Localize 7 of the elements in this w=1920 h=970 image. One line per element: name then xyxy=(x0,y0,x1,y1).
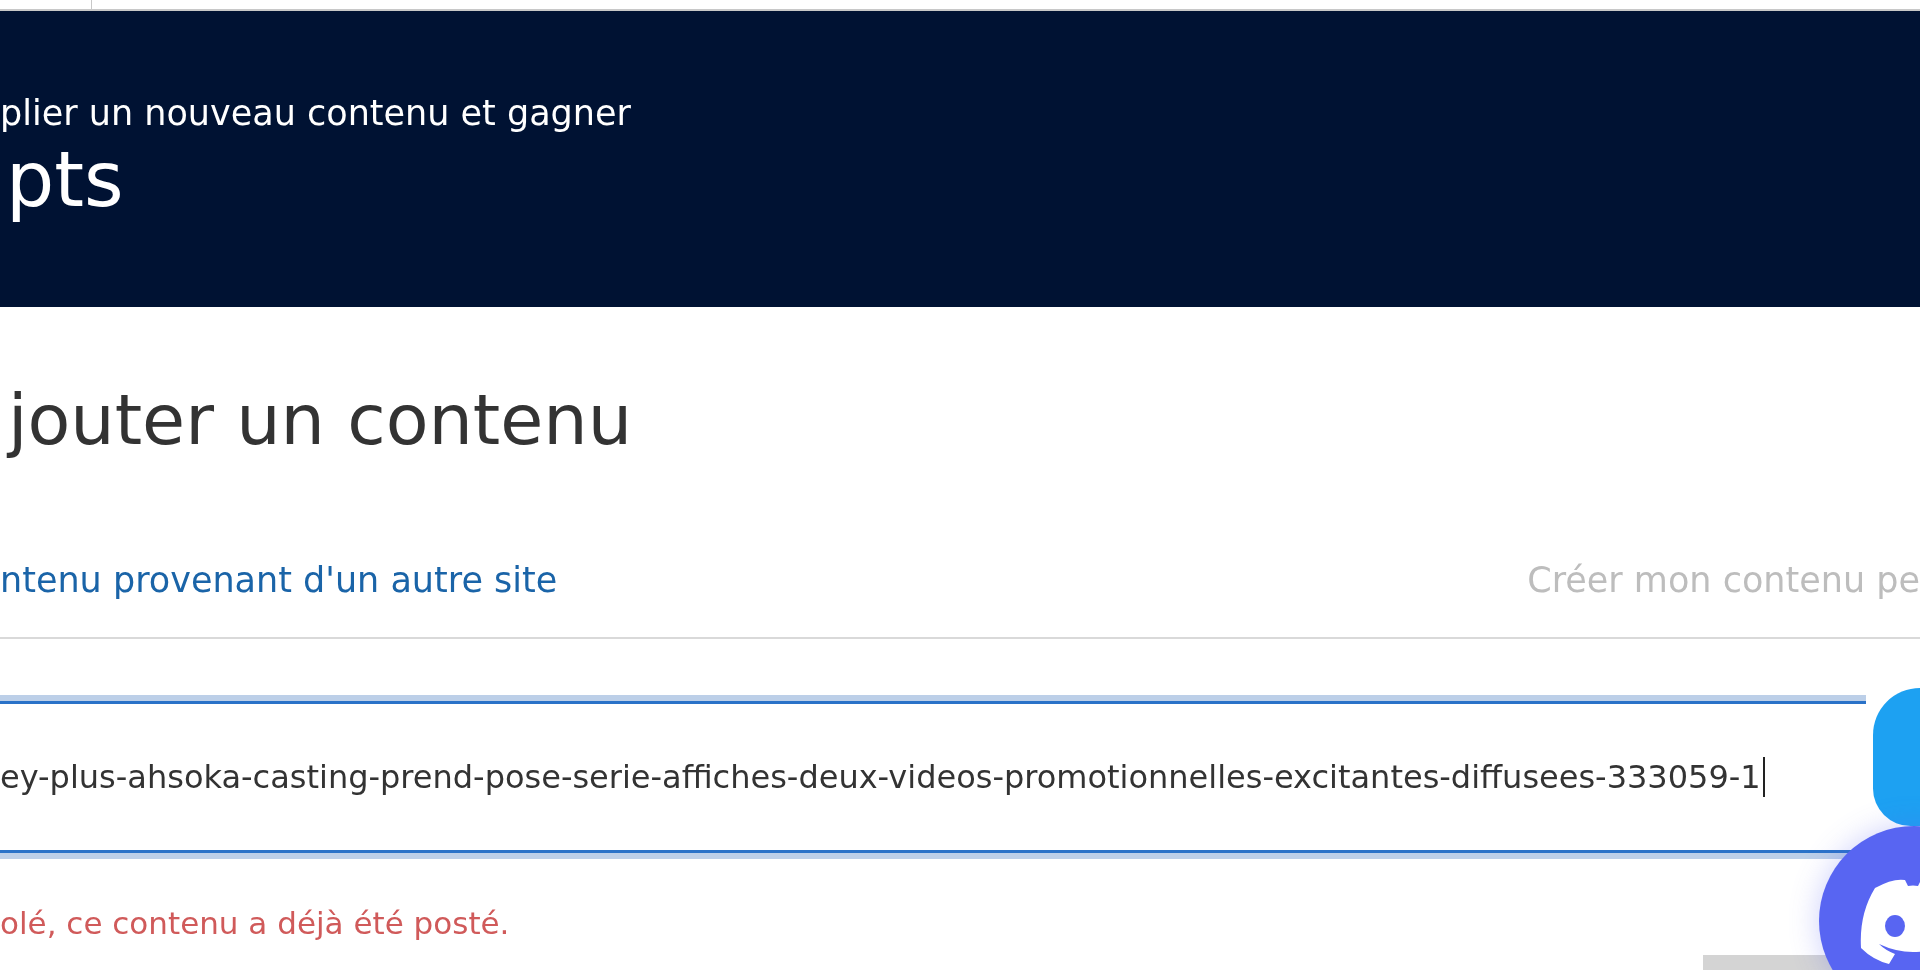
floating-button[interactable] xyxy=(1873,688,1920,826)
page-heading: jouter un contenu xyxy=(5,378,633,463)
points-text: pts xyxy=(6,135,125,225)
tab[interactable]: ntenu provenant d'un autre site xyxy=(0,557,558,603)
banner-subtitle: plier un nouveau contenu et gagner xyxy=(0,92,632,135)
error-message: olé, ce contenu a déjà été posté. xyxy=(0,904,511,943)
url-field[interactable]: ey-plus-ahsoka-casting-prend-pose-serie-affiches-deux-videos-promotionnelles-excitantes-diffusees-333059-1 xyxy=(0,695,1866,859)
